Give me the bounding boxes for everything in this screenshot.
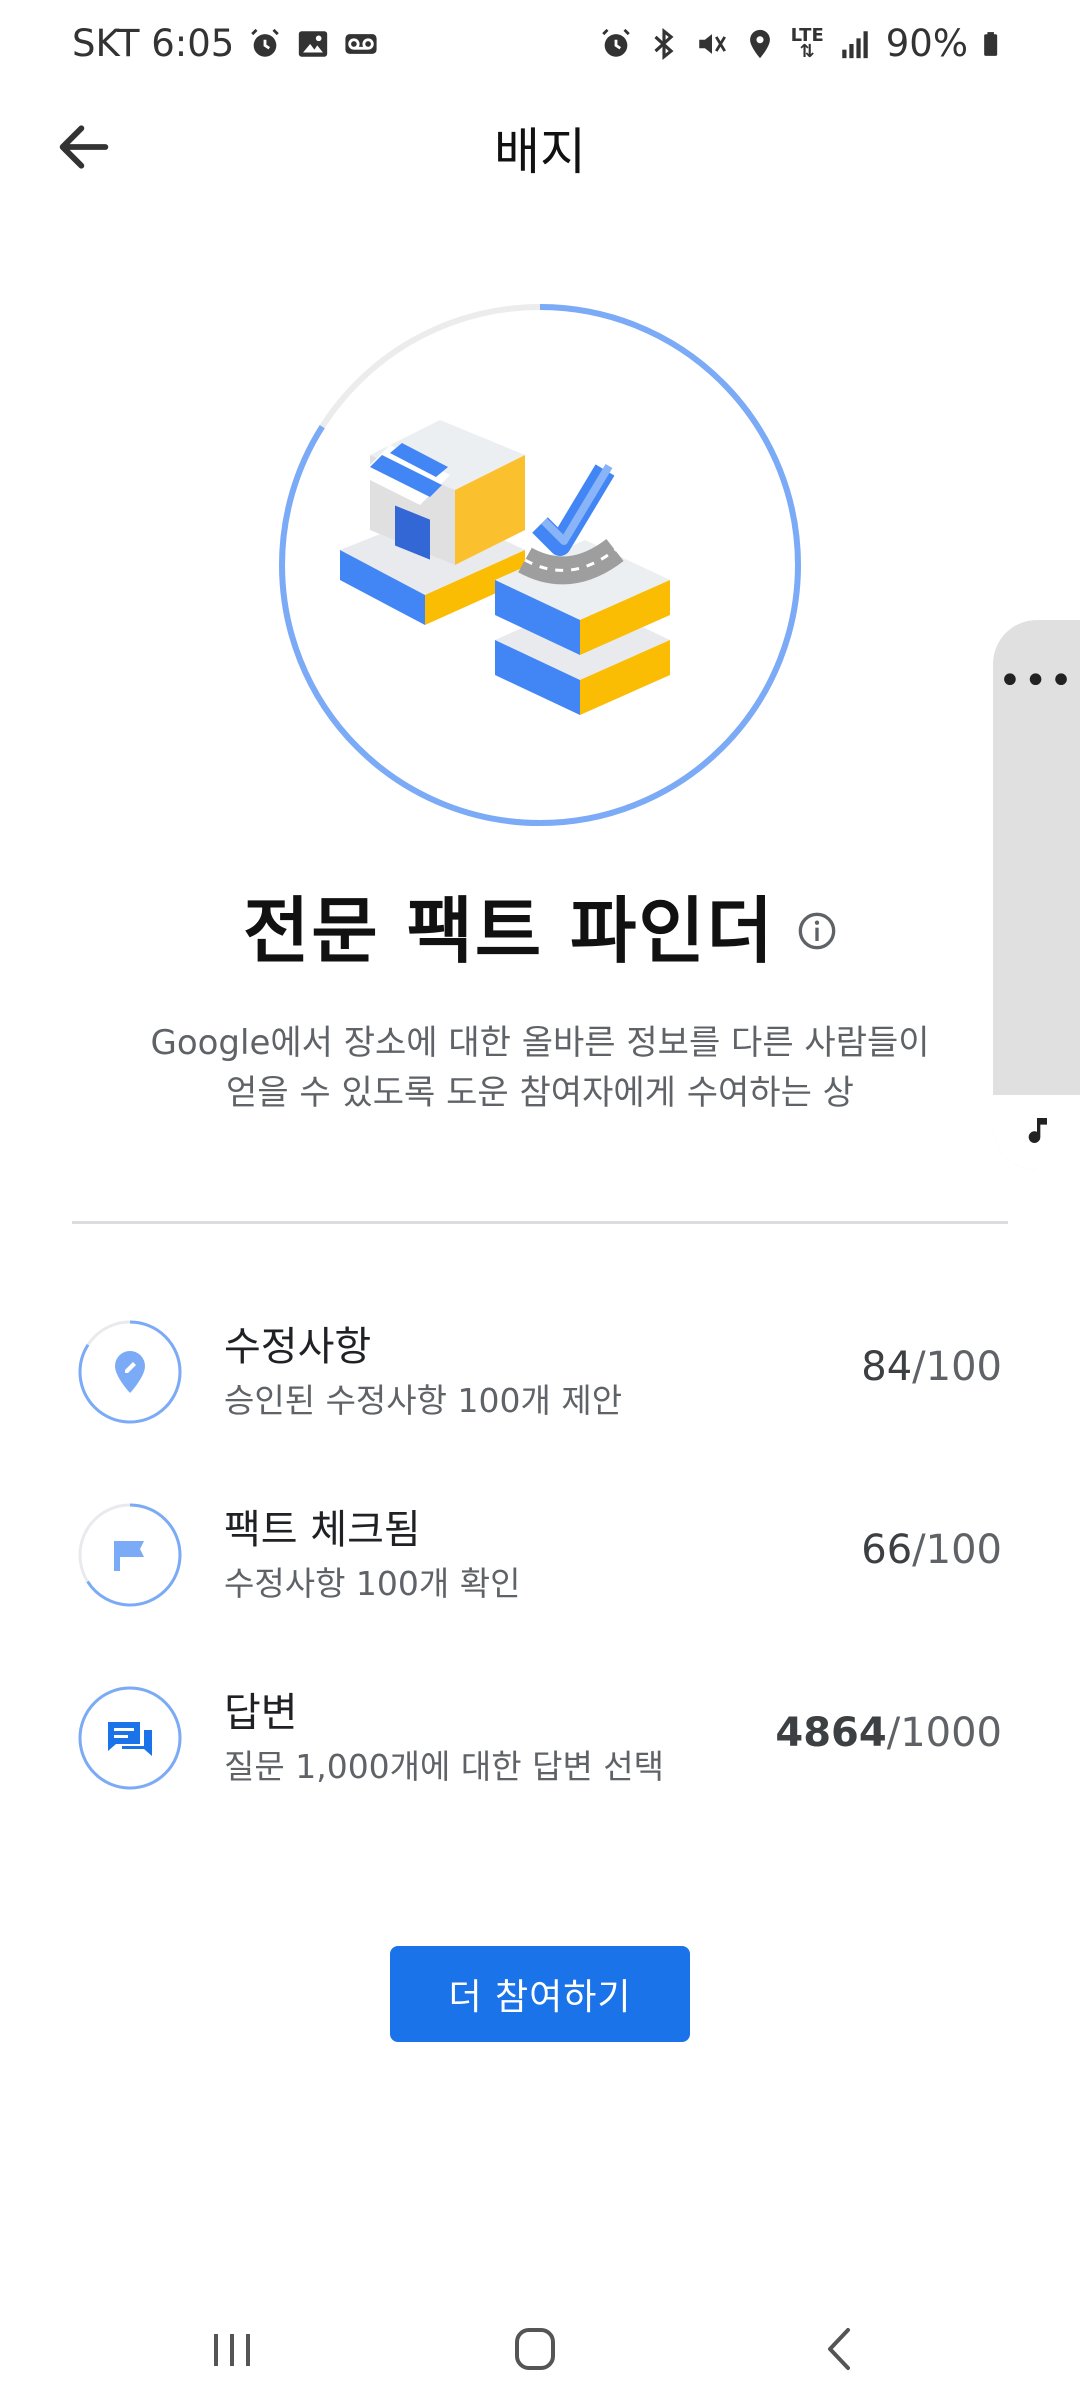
mute-icon	[698, 33, 726, 54]
system-nav-bar	[0, 2300, 1080, 2400]
alarm-icon	[251, 28, 280, 57]
progress-row-answers: 답변 질문 1,000개에 대한 답변 선택 4864/1000	[72, 1676, 1008, 1796]
progress-row-fact-checked: 팩트 체크됨 수정사항 100개 확인 66/100	[72, 1493, 1008, 1613]
signal-icon	[842, 30, 868, 58]
nav-back-button[interactable]	[800, 2314, 880, 2384]
badge-progress-ring	[279, 304, 801, 826]
row-progress: 4864/1000	[775, 1710, 1002, 1756]
answers-icon	[78, 1686, 182, 1790]
row-progress: 84/100	[861, 1344, 1002, 1390]
battery-icon	[984, 31, 998, 56]
row-title: 팩트 체크됨	[224, 1507, 421, 1553]
store-and-roads-illustration	[340, 420, 670, 715]
row-title: 답변	[224, 1690, 298, 1736]
more-options-icon[interactable]: •••	[993, 658, 1080, 704]
edit-pin-icon	[78, 1320, 182, 1424]
progress-row-edits: 수정사항 승인된 수정사항 100개 제안 84/100	[72, 1310, 1008, 1430]
carrier-time: SKT 6:05	[72, 22, 235, 65]
row-subtitle: 질문 1,000개에 대한 답변 선택	[224, 1747, 665, 1786]
bluetooth-icon	[654, 27, 674, 60]
participate-more-button[interactable]: 더 참여하기	[390, 1946, 690, 2042]
info-icon[interactable]	[797, 911, 837, 951]
music-note-icon[interactable]	[993, 1095, 1080, 1170]
badge-name: 전문 팩트 파인더	[243, 889, 775, 973]
badge-description: Google에서 장소에 대한 올바른 정보를 다른 사람들이 얻을 수 있도록…	[150, 1023, 930, 1113]
status-bar: SKT 6:05 LTE ⇅ 90%	[0, 0, 1080, 96]
alarm-icon	[601, 28, 630, 57]
page-title: 배지	[494, 123, 586, 181]
row-progress: 66/100	[861, 1527, 1002, 1573]
flag-icon	[78, 1503, 182, 1607]
voicemail-icon	[345, 33, 377, 54]
floating-side-panel[interactable]: •••	[993, 620, 1080, 1170]
battery-percent: 90%	[885, 22, 968, 65]
row-title: 수정사항	[224, 1324, 372, 1370]
row-subtitle: 수정사항 100개 확인	[224, 1564, 521, 1603]
location-icon	[749, 29, 770, 58]
home-button[interactable]	[495, 2314, 575, 2384]
row-subtitle: 승인된 수정사항 100개 제안	[224, 1381, 623, 1420]
badge-name-row: 전문 팩트 파인더	[0, 872, 1080, 977]
image-icon	[299, 30, 328, 57]
lte-icon: LTE ⇅	[790, 24, 824, 62]
divider	[72, 1221, 1008, 1224]
recent-apps-button[interactable]	[192, 2314, 272, 2384]
